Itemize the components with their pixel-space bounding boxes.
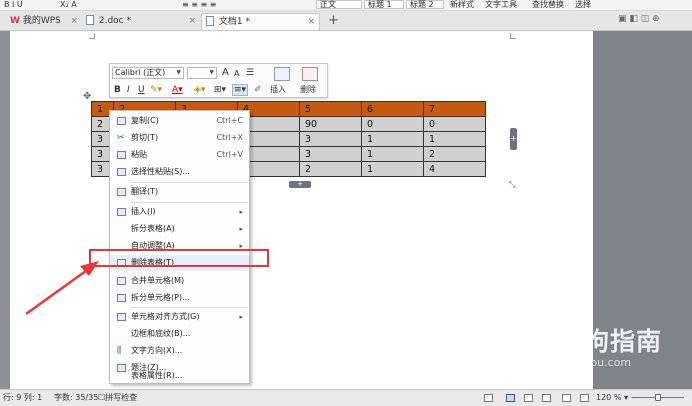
arrow-shaft: [25, 266, 91, 316]
spell-check-toggle[interactable]: ☐ 拼写检查: [98, 390, 137, 406]
status-bar: 行: 9 列: 1 字数: 35/35 ☐ 拼写检查 120 % ▾ −: [0, 389, 692, 406]
cursor-position: 行: 9 列: 1: [3, 393, 43, 402]
word-count[interactable]: 字数: 35/35: [54, 390, 98, 406]
outline-view-icon[interactable]: [524, 394, 533, 402]
zoom-dropdown-icon[interactable]: ▾ −: [624, 390, 637, 406]
web-view-icon[interactable]: [542, 394, 551, 402]
page-view-icon[interactable]: [506, 394, 515, 402]
zoom-slider-knob[interactable]: [655, 394, 661, 401]
watermark-text: 搜狗指南: [558, 327, 663, 356]
zoom-level[interactable]: 120 %: [596, 390, 621, 406]
reading-view-icon[interactable]: [562, 394, 571, 402]
watermark-url: zhinan.sogou.com: [531, 356, 632, 369]
focus-mode-icon[interactable]: [484, 394, 493, 402]
eye-protection-icon[interactable]: [580, 394, 589, 402]
spell-check-label: 拼写检查: [105, 393, 138, 402]
sogou-logo-icon: S: [524, 322, 554, 352]
